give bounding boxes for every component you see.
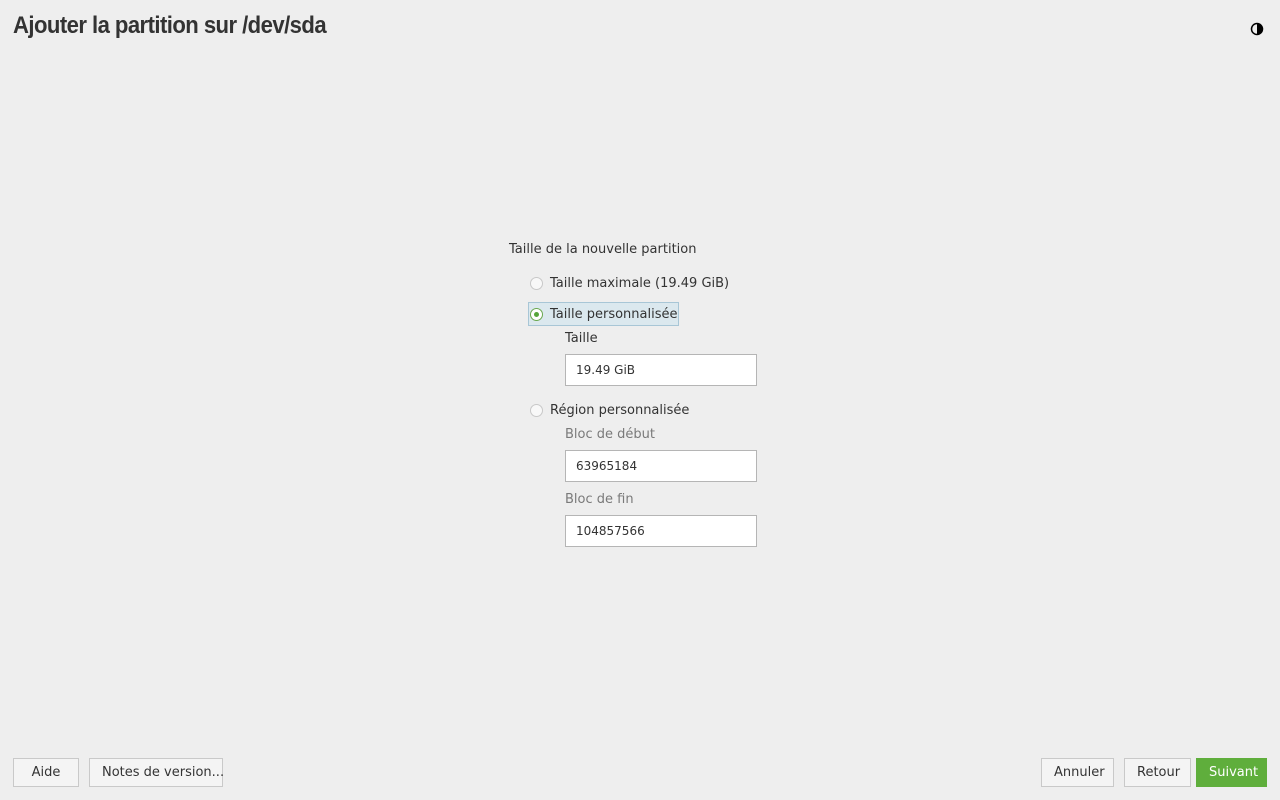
- next-button[interactable]: Suivant: [1196, 758, 1267, 787]
- max-size-radio-indicator[interactable]: [530, 276, 543, 290]
- release-notes-button[interactable]: Notes de version...: [89, 758, 224, 787]
- start-block-label: Bloc de début: [565, 427, 655, 442]
- custom-size-radio[interactable]: Taille personnalisée: [527, 302, 680, 326]
- custom-region-label: Région personnalisée: [550, 402, 690, 418]
- end-block-input[interactable]: [565, 515, 757, 547]
- half-moon-icon[interactable]: [1250, 22, 1264, 36]
- custom-size-radio-indicator[interactable]: [530, 307, 543, 321]
- max-size-label: Taille maximale (19.49 GiB): [550, 275, 730, 291]
- custom-region-radio[interactable]: Région personnalisée: [529, 399, 690, 421]
- custom-size-label: Taille personnalisée: [550, 306, 678, 322]
- abort-button[interactable]: Annuler: [1041, 758, 1114, 787]
- start-block-input[interactable]: [565, 450, 757, 482]
- help-button[interactable]: Aide: [13, 758, 79, 787]
- max-size-radio[interactable]: Taille maximale (19.49 GiB): [529, 272, 730, 294]
- size-input[interactable]: [565, 354, 757, 386]
- back-button[interactable]: Retour: [1124, 758, 1191, 787]
- size-group-title: Taille de la nouvelle partition: [509, 242, 697, 257]
- size-field-label: Taille: [565, 331, 598, 346]
- custom-region-radio-indicator[interactable]: [530, 403, 543, 417]
- partition-dialog: Ajouter la partition sur /dev/sda Taille…: [0, 0, 1280, 800]
- page-title: Ajouter la partition sur /dev/sda: [13, 12, 327, 39]
- end-block-label: Bloc de fin: [565, 492, 634, 507]
